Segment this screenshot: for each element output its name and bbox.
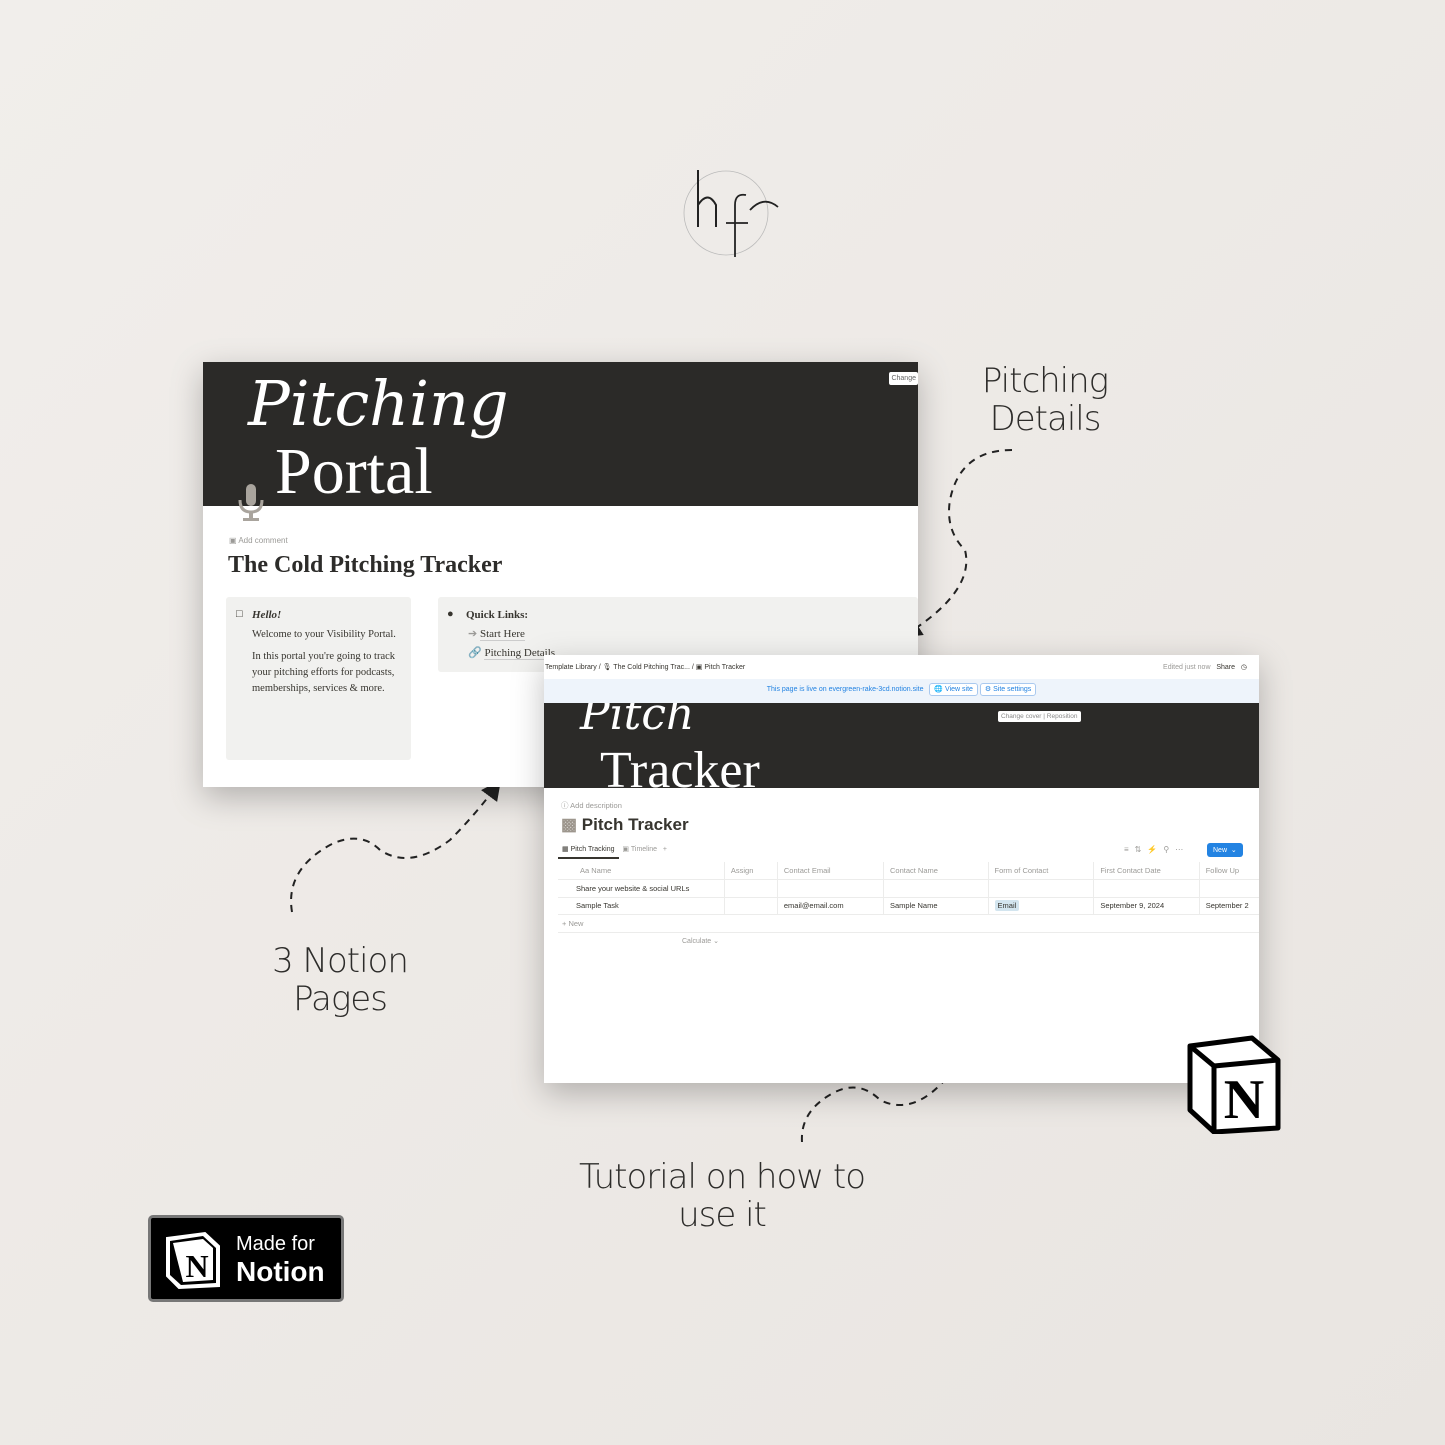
arrow-right-icon: ➔ <box>468 628 478 640</box>
col-name[interactable]: Aa Name <box>558 862 725 880</box>
notion-badge-icon: N <box>163 1230 223 1295</box>
banner-text: This page is live on evergreen-rake-3cd.… <box>766 686 924 693</box>
callout-text: In this portal you're going to track you… <box>252 651 396 694</box>
topbar-right: Edited just now Share ◷ <box>1163 663 1247 671</box>
person-icon: ● <box>447 608 454 620</box>
site-live-banner: This page is live on evergreen-rake-3cd.… <box>544 679 1259 703</box>
change-cover-button[interactable]: Change cover <box>1001 713 1041 720</box>
col-contact-email[interactable]: Contact Email <box>777 862 885 880</box>
breadcrumb-item[interactable]: Pitch Tracker <box>704 664 745 671</box>
breadcrumb-item[interactable]: The Cold Pitching Trac... <box>613 664 690 671</box>
table-row: Share your website & social URLs <box>558 879 1259 898</box>
calculate-button[interactable]: Calculate ⌄ <box>682 937 719 945</box>
made-for-notion-badge: N Made for Notion <box>148 1215 344 1302</box>
portal-cover: Pitching Portal Change <box>203 362 918 508</box>
clock-icon[interactable]: ◷ <box>1241 664 1247 671</box>
col-follow-up[interactable]: Follow Up <box>1199 862 1259 880</box>
pitch-table: Aa Name Assign Contact Email Contact Nam… <box>558 862 1259 933</box>
search-icon[interactable]: ⚲ <box>1163 845 1175 854</box>
link-icon: 🔗 <box>468 647 482 659</box>
callout-text: Welcome to your Visibility Portal. <box>252 629 396 640</box>
automation-icon[interactable]: ⚡ <box>1147 845 1163 854</box>
sort-icon[interactable]: ⇅ <box>1135 845 1148 854</box>
page-title: ▩ Pitch Tracker <box>561 815 689 834</box>
callout-heading: Hello! <box>252 609 282 621</box>
cover-script-text: Pitching <box>248 367 509 440</box>
quick-link-start-here[interactable]: ➔ Start Here <box>468 626 918 642</box>
breadcrumb: Template Library / 🎙 The Cold Pitching T… <box>545 664 746 671</box>
filter-icon[interactable]: ≡ <box>1124 845 1135 854</box>
svg-text:N: N <box>1224 1069 1264 1131</box>
col-form-of-contact[interactable]: Form of Contact <box>988 862 1095 880</box>
tab-pitch-tracking[interactable]: ▦ Pitch Tracking <box>558 845 619 859</box>
svg-text:N: N <box>185 1248 208 1284</box>
view-site-button[interactable]: 🌐 View site <box>929 683 978 696</box>
tab-timeline[interactable]: ▣ Timeline <box>620 846 657 853</box>
share-button[interactable]: Share <box>1216 664 1235 671</box>
tracker-cover: Pitch Tracker Change cover | Reposition <box>544 703 1259 788</box>
db-toolbar: ≡⇅⚡⚲⋯ <box>1124 845 1189 854</box>
badge-line2: Notion <box>236 1256 325 1287</box>
tracker-page-window: Template Library / 🎙 The Cold Pitching T… <box>544 655 1259 1083</box>
cover-serif-text: Portal <box>275 435 433 508</box>
breadcrumb-item[interactable]: Template Library <box>545 664 597 671</box>
bookmark-icon: □ <box>236 608 243 620</box>
change-cover-button[interactable]: Change <box>889 372 918 385</box>
col-first-contact-date[interactable]: First Contact Date <box>1093 862 1200 880</box>
cover-buttons: Change cover | Reposition <box>998 711 1081 722</box>
add-row-button[interactable]: + New <box>558 914 1259 933</box>
col-contact-name[interactable]: Contact Name <box>883 862 989 880</box>
hello-callout: □ Hello! Welcome to your Visibility Port… <box>226 597 411 760</box>
calendar-icon: ▩ <box>561 815 578 834</box>
cover-serif-text: Tracker <box>600 742 760 788</box>
microphone-icon <box>237 484 265 527</box>
more-icon[interactable]: ⋯ <box>1175 845 1189 854</box>
add-view-icon[interactable]: + <box>659 846 667 853</box>
col-assign[interactable]: Assign <box>724 862 778 880</box>
quick-links-heading: Quick Links: <box>466 609 529 621</box>
reposition-button[interactable]: Reposition <box>1047 713 1078 720</box>
site-settings-button[interactable]: ⚙ Site settings <box>979 683 1037 696</box>
form-tag: Email <box>994 900 1020 912</box>
add-comment-button[interactable]: ▣ Add comment <box>229 536 288 545</box>
table-header: Aa Name Assign Contact Email Contact Nam… <box>558 862 1259 880</box>
table-row: Sample Task email@email.com Sample Name … <box>558 897 1259 915</box>
notion-logo: N <box>1186 1034 1282 1139</box>
badge-line1: Made for <box>236 1233 315 1255</box>
add-description-button[interactable]: ⓘ Add description <box>561 800 622 811</box>
page-title: The Cold Pitching Tracker <box>228 552 503 578</box>
new-button[interactable]: New ⌄ <box>1207 843 1243 857</box>
cover-script-text: Pitch <box>580 703 695 740</box>
edited-status: Edited just now <box>1163 664 1211 671</box>
